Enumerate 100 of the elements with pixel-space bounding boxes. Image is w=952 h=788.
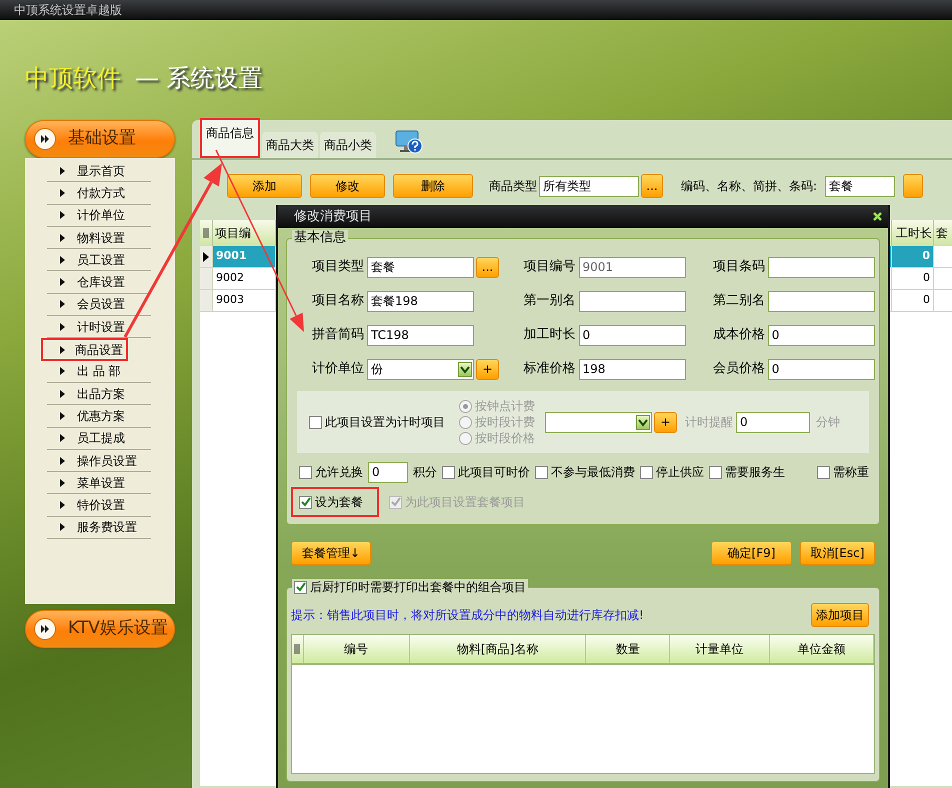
sidebar-item[interactable]: 会员设置 — [47, 294, 151, 316]
section-button[interactable]: KTV娱乐设置 — [25, 610, 175, 648]
sidebar-item[interactable]: 菜单设置 — [47, 472, 151, 494]
checkbox-label: 此项目可时价 — [458, 464, 530, 481]
input-field[interactable]: 198 — [578, 358, 686, 380]
check-icon — [300, 497, 310, 507]
field-label: 项目类型 — [311, 258, 365, 276]
input-field[interactable]: 0 — [578, 324, 686, 346]
checkbox[interactable] — [309, 416, 322, 428]
input-field[interactable]: TC198 — [367, 324, 474, 346]
confirm-button[interactable]: 确定[F9] — [711, 541, 792, 565]
toolbar-button[interactable]: 删除 — [393, 174, 473, 198]
sidebar-item[interactable]: 服务费设置 — [47, 516, 151, 540]
unit-label: 分钟 — [816, 414, 840, 431]
checkbox[interactable] — [442, 466, 455, 478]
input-field[interactable] — [578, 290, 686, 312]
column-header: 物料[商品]名称 — [410, 635, 586, 663]
column-header: 单位金额 — [770, 635, 874, 663]
checkbox[interactable] — [299, 496, 312, 508]
checkbox[interactable] — [640, 466, 653, 478]
sidebar-item[interactable]: 商品设置 — [41, 338, 128, 361]
checkbox-label: 需要服务生 — [725, 464, 785, 481]
checkbox[interactable] — [817, 466, 830, 478]
input-field[interactable] — [768, 256, 875, 278]
add-button[interactable]: + — [476, 358, 499, 380]
field-label: 第一别名 — [522, 292, 577, 310]
type-field[interactable]: 所有类型 — [539, 176, 639, 197]
table-cell-text: 0 — [922, 248, 930, 264]
triangle-icon — [60, 478, 65, 487]
browse-button[interactable]: ... — [641, 174, 663, 198]
triangle-icon — [60, 256, 65, 264]
hint-text: 提示：销售此项目时，将对所设置成分中的物料自动进行库存扣减! — [291, 607, 644, 624]
input-field[interactable]: 套餐198 — [367, 290, 474, 312]
field-label: 项目编号 — [522, 258, 577, 276]
checkbox[interactable] — [535, 466, 548, 478]
table-cell-text: 9002 — [216, 270, 244, 286]
input-field[interactable]: 0 — [736, 412, 810, 432]
triangle-icon — [60, 501, 65, 510]
sidebar-item[interactable]: 显示首页 — [47, 160, 151, 182]
checkbox-option[interactable]: 设为套餐 — [291, 487, 379, 517]
table-cell-text: 9001 — [216, 248, 247, 264]
checkbox[interactable] — [294, 580, 307, 594]
sidebar-item[interactable]: 出品方案 — [47, 382, 151, 406]
double-arrow-icon — [40, 624, 50, 634]
section-button[interactable]: 基础设置 — [25, 120, 175, 158]
triangle-icon — [60, 346, 65, 354]
cancel-button[interactable]: 取消[Esc] — [800, 541, 875, 565]
sidebar-item[interactable]: 物料设置 — [47, 226, 151, 250]
help-monitor-icon — [394, 129, 423, 154]
triangle-icon — [60, 211, 65, 220]
sidebar-item[interactable]: 员工提成 — [47, 428, 151, 450]
checkbox[interactable] — [299, 466, 312, 478]
search-button[interactable] — [903, 174, 924, 198]
sidebar-item[interactable]: 计价单位 — [47, 204, 151, 227]
sidebar-item[interactable]: 员工设置 — [47, 249, 151, 272]
radio-label: 按时段计费 — [475, 414, 535, 430]
browse-button[interactable]: ... — [476, 256, 499, 278]
chevron-down-icon — [460, 364, 470, 374]
triangle-icon — [60, 300, 65, 308]
checkbox-label: 后厨打印时需要打印出套餐中的组合项目 — [310, 579, 526, 595]
triangle-icon — [60, 434, 65, 442]
add-button[interactable]: + — [654, 412, 677, 432]
dropdown-field[interactable]: 份 — [367, 358, 474, 380]
row-pointer-icon — [203, 252, 209, 262]
search-field[interactable]: 套餐 — [825, 176, 896, 197]
field-label: 计价单位 — [311, 360, 365, 378]
toolbar-button[interactable]: 修改 — [310, 174, 385, 198]
package-menu-button[interactable]: 套餐管理↓ — [291, 541, 371, 565]
sidebar-item[interactable]: 计时设置 — [47, 316, 151, 338]
readonly-field: 9001 — [578, 256, 686, 278]
input-field[interactable] — [768, 290, 875, 312]
tab[interactable]: 商品大类 — [262, 132, 318, 158]
field-label: 加工时长 — [522, 326, 577, 344]
checkbox[interactable] — [709, 466, 722, 478]
toolbar-button[interactable]: 添加 — [227, 174, 302, 198]
checkbox-label: 允许兑换 — [315, 464, 363, 481]
list-icon — [293, 644, 302, 654]
unit-label: 积分 — [413, 464, 437, 481]
sidebar-item[interactable]: 优惠方案 — [47, 405, 151, 428]
checkbox-label: 需称重 — [833, 464, 869, 481]
window-title: 中顶系统设置卓越版 — [0, 0, 952, 20]
radio-label: 按钟点计费 — [475, 398, 535, 414]
triangle-icon — [60, 234, 65, 242]
column-header: 编号 — [304, 635, 410, 663]
field-label: 项目条码 — [712, 258, 766, 276]
dropdown-field[interactable] — [545, 412, 652, 432]
input-field[interactable]: 0 — [768, 324, 875, 346]
sidebar-item[interactable]: 特价设置 — [47, 494, 151, 517]
input-field[interactable]: 0 — [368, 462, 408, 482]
input-field[interactable]: 0 — [768, 358, 875, 380]
chevron-down-icon — [638, 418, 648, 426]
tab[interactable]: 商品小类 — [320, 132, 376, 158]
sidebar-item[interactable]: 操作员设置 — [47, 450, 151, 472]
close-icon — [873, 212, 882, 221]
tab[interactable]: 商品信息 — [200, 118, 260, 158]
add-item-button[interactable]: 添加项目 — [811, 603, 869, 627]
sidebar-item[interactable]: 出 品 部 — [47, 360, 151, 383]
input-field[interactable]: 套餐 — [367, 256, 474, 278]
sidebar-item[interactable]: 仓库设置 — [47, 271, 151, 294]
sidebar-item[interactable]: 付款方式 — [47, 182, 151, 205]
